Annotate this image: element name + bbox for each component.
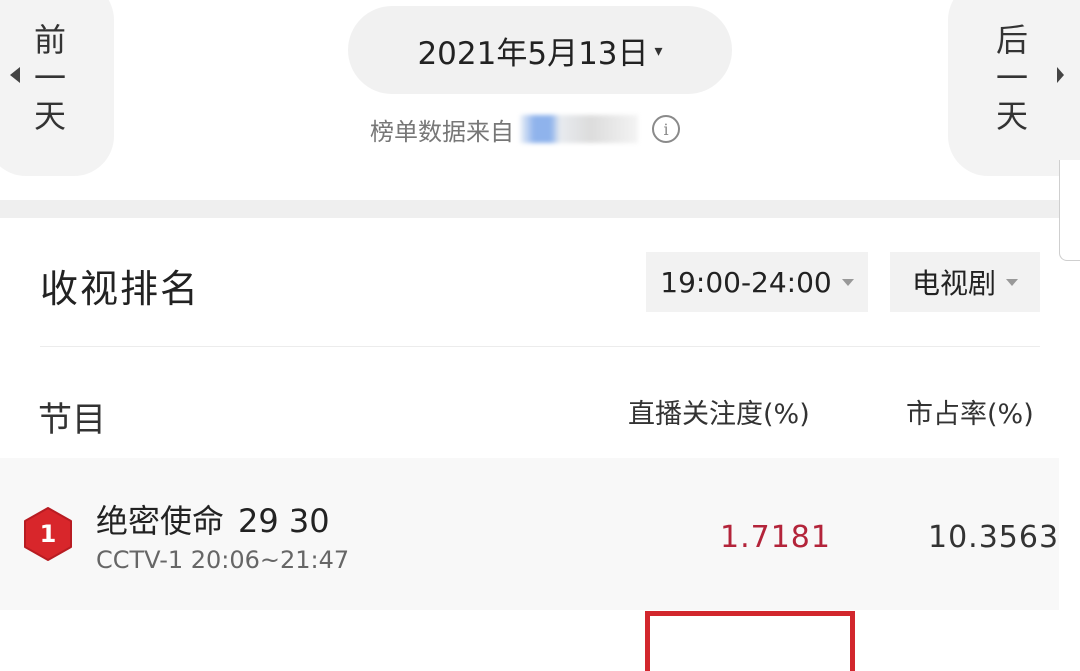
next-day-button[interactable]: 后 一 天	[948, 0, 1080, 176]
caret-down-icon: ▾	[654, 40, 663, 60]
column-header-attention[interactable]: 直播关注度(%)	[628, 392, 810, 431]
next-day-label-2: 一	[995, 59, 1028, 97]
chevron-left-icon[interactable]	[10, 67, 20, 83]
date-picker[interactable]: 2021年5月13日 ▾	[348, 6, 732, 94]
prev-day-button[interactable]: 前 一 天	[0, 0, 114, 176]
section-divider-band	[0, 200, 1059, 218]
rank-badge: 1	[22, 506, 74, 562]
ranking-title: 收视排名	[40, 267, 201, 311]
prev-day-label-1: 前	[33, 21, 66, 59]
program-title: 绝密使命 29 30	[96, 496, 330, 542]
table-row[interactable]: 1 绝密使命 29 30 CCTV-1 20:06~21:47 1.7181 10…	[0, 458, 1059, 610]
column-header-program: 节目	[38, 400, 106, 440]
date-value: 2021年5月13日	[417, 35, 649, 72]
data-source-line: 榜单数据来自 i	[370, 112, 680, 146]
prev-day-label-3: 天	[33, 97, 66, 135]
info-icon[interactable]: i	[652, 115, 680, 143]
program-episodes: 29 30	[238, 502, 330, 540]
next-day-label-3: 天	[995, 97, 1028, 135]
program-name: 绝密使命	[96, 502, 225, 540]
program-type-dropdown[interactable]: 电视剧	[890, 252, 1040, 312]
program-channel-time: CCTV-1 20:06~21:47	[96, 546, 350, 574]
time-range-value: 19:00-24:00	[660, 265, 832, 299]
program-type-value: 电视剧	[911, 267, 996, 300]
divider	[40, 346, 1040, 347]
next-day-label-1: 后	[995, 21, 1028, 59]
rank-number: 1	[39, 520, 57, 548]
share-value: 10.3563	[928, 520, 1060, 555]
data-source-text: 榜单数据来自	[370, 117, 514, 146]
caret-down-icon	[1006, 278, 1018, 286]
caret-down-icon	[841, 278, 854, 286]
time-range-dropdown[interactable]: 19:00-24:00	[646, 252, 868, 312]
blurred-source-name	[520, 115, 638, 143]
prev-day-label-2: 一	[33, 59, 66, 97]
highlight-annotation-box	[645, 611, 855, 671]
column-header-share[interactable]: 市占率(%)	[906, 392, 1034, 431]
chevron-right-icon[interactable]	[1057, 67, 1064, 83]
side-panel-edge	[1059, 160, 1080, 261]
attention-value: 1.7181	[720, 520, 831, 555]
